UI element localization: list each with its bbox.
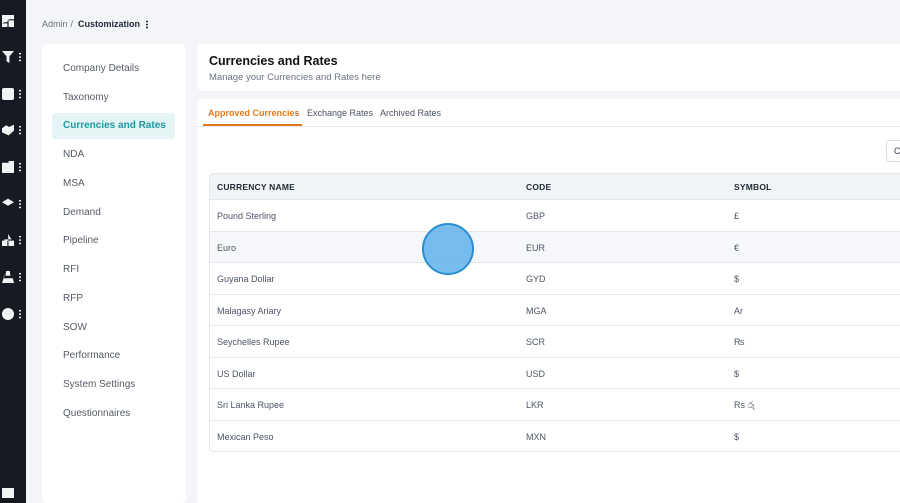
cell-symbol: $: [734, 274, 740, 284]
cell-symbol: ₨: [734, 337, 745, 347]
breadcrumb-root[interactable]: Admin: [42, 19, 68, 29]
cell-code: GBP: [526, 211, 546, 221]
cell-code: SCR: [526, 337, 546, 347]
table-row[interactable]: US Dollar USD $: [210, 358, 900, 389]
user-icon[interactable]: [0, 268, 26, 288]
cell-symbol: Rs රු: [734, 400, 756, 410]
breadcrumb-separator: /: [70, 19, 74, 29]
pointer-highlight: [422, 223, 474, 275]
book-icon[interactable]: [0, 485, 26, 503]
table-row[interactable]: Pound Sterling GBP £: [210, 200, 900, 232]
more-options-icon[interactable]: [146, 19, 149, 29]
table-row[interactable]: Sri Lanka Rupee LKR Rs රු: [210, 389, 900, 421]
page-subtitle: Manage your Currencies and Rates here: [209, 72, 381, 83]
menu-item-sow[interactable]: SOW: [52, 315, 175, 341]
cell-currency-name: Pound Sterling: [217, 211, 277, 221]
cell-symbol: $: [734, 431, 740, 442]
column-header-code[interactable]: CODE: [526, 182, 551, 192]
menu-item-company-details[interactable]: Company Details: [52, 56, 175, 82]
clipboard-icon[interactable]: [0, 85, 26, 105]
cell-code: LKR: [526, 400, 544, 410]
cell-symbol: £: [734, 211, 740, 221]
menu-item-questionnaires[interactable]: Questionnaires: [52, 401, 175, 427]
settings-shield-icon[interactable]: [0, 305, 26, 325]
menu-item-currencies-and-rates[interactable]: Currencies and Rates: [52, 113, 175, 139]
shapes-icon[interactable]: [0, 231, 26, 251]
table-row[interactable]: Euro EUR €: [210, 231, 900, 263]
table-row[interactable]: Mexican Peso MXN $: [210, 421, 900, 452]
menu-item-demand[interactable]: Demand: [52, 200, 175, 226]
cell-code: MGA: [526, 305, 547, 316]
menu-item-nda[interactable]: NDA: [52, 142, 175, 168]
menu-item-msa[interactable]: MSA: [52, 171, 175, 197]
tab-exchange-rates[interactable]: Exchange Rates: [307, 108, 373, 118]
page-title: Currencies and Rates: [209, 54, 338, 68]
tab-archived-rates[interactable]: Archived Rates: [380, 108, 441, 118]
graduation-cap-icon[interactable]: [0, 195, 26, 215]
action-button[interactable]: C: [886, 140, 900, 162]
cell-code: MXN: [526, 431, 546, 442]
menu-item-rfp[interactable]: RFP: [52, 286, 175, 312]
cell-currency-name: Mexican Peso: [217, 431, 274, 442]
column-header-currency-name[interactable]: CURRENCY NAME: [217, 182, 295, 192]
cell-currency-name: Sri Lanka Rupee: [217, 400, 285, 410]
building-icon[interactable]: [0, 158, 26, 178]
cell-code: EUR: [526, 242, 546, 253]
customization-menu: Company Details Taxonomy Currencies and …: [42, 44, 186, 503]
cell-symbol: €: [734, 242, 740, 253]
tab-approved-currencies[interactable]: Approved Currencies: [208, 108, 300, 118]
active-tab-indicator: [203, 124, 302, 126]
main-panel: Approved Currencies Exchange Rates Archi…: [197, 99, 900, 503]
cell-code: USD: [526, 368, 546, 379]
menu-item-performance[interactable]: Performance: [52, 343, 175, 369]
menu-item-pipeline[interactable]: Pipeline: [52, 228, 175, 254]
icon-rail: [0, 0, 26, 503]
currencies-table: CURRENCY NAME CODE SYMBOL Pound Sterling…: [209, 173, 900, 452]
table-header: CURRENCY NAME CODE SYMBOL: [210, 174, 900, 200]
menu-item-system-settings[interactable]: System Settings: [52, 372, 175, 398]
menu-item-rfi[interactable]: RFI: [52, 257, 175, 283]
column-header-symbol[interactable]: SYMBOL: [734, 182, 772, 192]
table-row[interactable]: Guyana Dollar GYD $: [210, 263, 900, 295]
breadcrumb-current: Customization: [78, 19, 141, 29]
page-header: Currencies and Rates Manage your Currenc…: [197, 44, 900, 91]
cell-currency-name: Euro: [217, 242, 237, 253]
cell-currency-name: Guyana Dollar: [217, 274, 275, 284]
cell-symbol: Ar: [734, 305, 743, 316]
cell-currency-name: US Dollar: [217, 368, 256, 379]
cell-symbol: $: [734, 368, 740, 379]
menu-item-taxonomy[interactable]: Taxonomy: [52, 85, 175, 111]
handshake-icon[interactable]: [0, 121, 26, 141]
filter-icon[interactable]: [0, 48, 26, 68]
table-row[interactable]: Seychelles Rupee SCR ₨: [210, 326, 900, 358]
dashboard-icon[interactable]: [0, 12, 26, 32]
breadcrumb: Admin / Customization: [42, 19, 149, 29]
cell-currency-name: Seychelles Rupee: [217, 337, 290, 347]
cell-currency-name: Malagasy Ariary: [217, 305, 282, 316]
cell-code: GYD: [526, 274, 546, 284]
tab-bar: Approved Currencies Exchange Rates Archi…: [197, 99, 900, 127]
table-row[interactable]: Malagasy Ariary MGA Ar: [210, 295, 900, 326]
